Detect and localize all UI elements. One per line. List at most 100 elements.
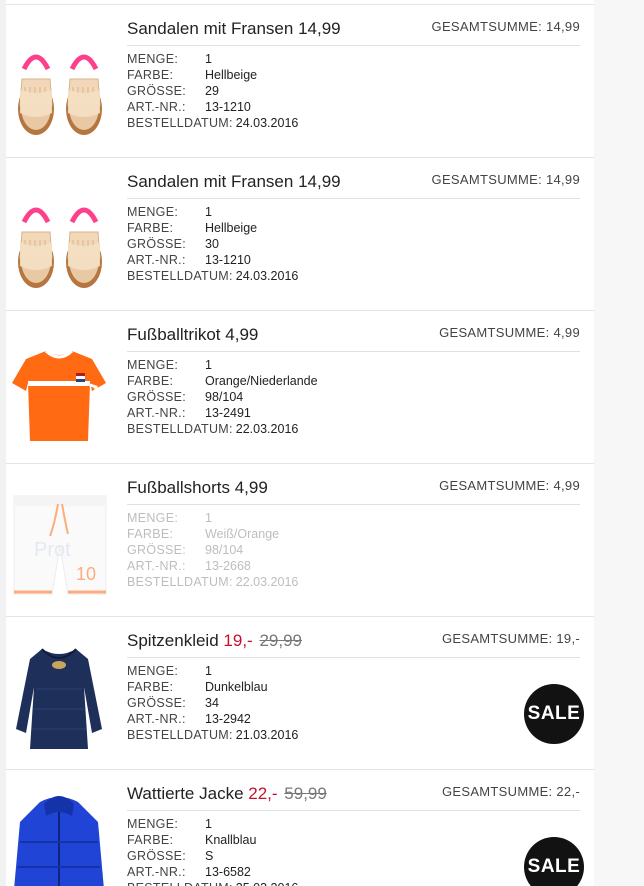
qty-value: 1 xyxy=(205,52,212,66)
product-details: MENGE: 1 FARBE: Weiß/Orange GRÖSSE: 98/104 … xyxy=(127,510,298,590)
product-old-price: 59,99 xyxy=(284,784,327,803)
date-value: 21.03.2016 xyxy=(235,728,299,742)
size-label: GRÖSSE: xyxy=(127,237,187,251)
order-item: Wattierte Jacke 22,- 59,99 GESAMTSUMME: … xyxy=(6,769,594,886)
jacket-image[interactable] xyxy=(6,782,112,886)
product-title[interactable]: Fußballtrikot 4,99 xyxy=(127,325,258,345)
order-list: Sandalen mit Fransen 14,99 GESAMTSUMME: … xyxy=(6,0,594,886)
color-label: FARBE: xyxy=(127,374,174,388)
order-item: Fußballtrikot 4,99 GESAMTSUMME: 4,99 MEN… xyxy=(6,310,594,463)
total-value: 4,99 xyxy=(553,325,580,340)
product-title[interactable]: Wattierte Jacke 22,- 59,99 xyxy=(127,784,327,804)
product-title[interactable]: Sandalen mit Fransen 14,99 xyxy=(127,19,341,39)
art-row: ART.-NR.: 13-1210 xyxy=(127,252,298,268)
size-row: GRÖSSE: 98/104 xyxy=(127,542,298,558)
qty-row: MENGE: 1 xyxy=(127,204,298,220)
total-sum: GESAMTSUMME: 14,99 xyxy=(432,19,580,34)
svg-text:Prot: Prot xyxy=(34,539,71,561)
product-details: MENGE: 1 FARBE: Hellbeige GRÖSSE: 30 ART.-N… xyxy=(127,204,298,284)
size-value: 34 xyxy=(205,696,219,710)
qty-row: MENGE: 1 xyxy=(127,357,318,373)
color-value: Weiß/Orange xyxy=(205,527,280,541)
divider xyxy=(127,351,580,352)
art-value: 13-1210 xyxy=(205,253,251,267)
product-title[interactable]: Sandalen mit Fransen 14,99 xyxy=(127,172,341,192)
sale-badge: SALE xyxy=(524,684,584,744)
date-label: BESTELLDATUM: xyxy=(127,422,233,436)
size-label: GRÖSSE: xyxy=(127,84,187,98)
color-row: FARBE: Hellbeige xyxy=(127,67,298,83)
divider xyxy=(127,45,580,46)
date-row: BESTELLDATUM: 22.03.2016 xyxy=(127,421,318,437)
qty-value: 1 xyxy=(205,358,212,372)
total-label: GESAMTSUMME: xyxy=(431,172,543,187)
date-row: BESTELLDATUM: 24.03.2016 xyxy=(127,268,298,284)
total-sum: GESAMTSUMME: 14,99 xyxy=(432,172,580,187)
product-name: Fußballtrikot xyxy=(127,325,221,344)
total-sum: GESAMTSUMME: 4,99 xyxy=(439,325,580,340)
qty-label: MENGE: xyxy=(127,205,179,219)
date-value: 24.03.2016 xyxy=(235,116,299,130)
sandals-image[interactable] xyxy=(6,170,112,300)
qty-label: MENGE: xyxy=(127,52,179,66)
product-price: 4,99 xyxy=(234,478,268,497)
divider xyxy=(127,657,580,658)
product-title[interactable]: Spitzenkleid 19,- 29,99 xyxy=(127,631,302,651)
total-sum: GESAMTSUMME: 22,- xyxy=(442,784,580,799)
date-value: 22.03.2016 xyxy=(235,575,299,589)
product-details: MENGE: 1 FARBE: Knallblau GRÖSSE: S ART.-NR… xyxy=(127,816,298,886)
product-details: MENGE: 1 FARBE: Orange/Niederlande GRÖSSE:… xyxy=(127,357,318,437)
jersey-image[interactable] xyxy=(6,323,112,453)
sandals-image[interactable] xyxy=(6,17,112,147)
color-label: FARBE: xyxy=(127,680,174,694)
date-row: BESTELLDATUM:25.03.2016 xyxy=(127,880,298,886)
qty-label: MENGE: xyxy=(127,358,179,372)
size-row: GRÖSSE: 29 xyxy=(127,83,298,99)
qty-value: 1 xyxy=(205,817,212,831)
date-row: BESTELLDATUM: 22.03.2016 xyxy=(127,574,298,590)
order-item: Prot 10 Fußballshorts 4,99 GESAMTSUMME: … xyxy=(6,463,594,616)
art-row: ART.-NR.: 13-1210 xyxy=(127,99,298,115)
order-item: Sandalen mit Fransen 14,99 GESAMTSUMME: … xyxy=(6,4,594,157)
total-sum: GESAMTSUMME: 4,99 xyxy=(439,478,580,493)
divider xyxy=(127,810,580,811)
product-title[interactable]: Fußballshorts 4,99 xyxy=(127,478,268,498)
total-label: GESAMTSUMME: xyxy=(439,478,550,493)
product-old-price: 29,99 xyxy=(259,631,302,650)
art-label: ART.-NR.: xyxy=(127,865,186,879)
date-label: BESTELLDATUM: xyxy=(127,269,233,283)
art-label: ART.-NR.: xyxy=(127,559,186,573)
art-value: 13-2668 xyxy=(205,559,251,573)
right-pane xyxy=(594,0,644,886)
product-details: MENGE: 1 FARBE: Dunkelblau GRÖSSE: 34 ART.-… xyxy=(127,663,298,743)
color-row: FARBE: Knallblau xyxy=(127,832,298,848)
qty-label: MENGE: xyxy=(127,664,179,678)
art-label: ART.-NR.: xyxy=(127,100,186,114)
dress-image[interactable] xyxy=(6,629,112,759)
date-value: 24.03.2016 xyxy=(235,269,299,283)
color-row: FARBE: Hellbeige xyxy=(127,220,298,236)
color-value: Hellbeige xyxy=(205,68,258,82)
qty-row: MENGE: 1 xyxy=(127,51,298,67)
art-value: 13-2942 xyxy=(205,712,251,726)
shorts-image[interactable]: Prot 10 xyxy=(6,476,112,606)
product-details: MENGE: 1 FARBE: Hellbeige GRÖSSE: 29 ART.-N… xyxy=(127,51,298,131)
total-value: 14,99 xyxy=(545,172,580,187)
product-price: 22,- xyxy=(248,784,278,803)
total-value: 19,- xyxy=(556,631,580,646)
color-value: Orange/Niederlande xyxy=(205,374,318,388)
art-label: ART.-NR.: xyxy=(127,406,186,420)
size-value: 29 xyxy=(205,84,219,98)
total-value: 4,99 xyxy=(553,478,580,493)
size-label: GRÖSSE: xyxy=(127,849,187,863)
date-value: 22.03.2016 xyxy=(235,422,299,436)
sale-badge: SALE xyxy=(524,837,584,886)
color-label: FARBE: xyxy=(127,221,174,235)
color-label: FARBE: xyxy=(127,527,174,541)
qty-row: MENGE: 1 xyxy=(127,663,298,679)
total-value: 14,99 xyxy=(545,19,580,34)
svg-text:10: 10 xyxy=(76,564,96,584)
size-value: 98/104 xyxy=(205,390,244,404)
art-value: 13-6582 xyxy=(205,865,251,879)
color-value: Hellbeige xyxy=(205,221,258,235)
